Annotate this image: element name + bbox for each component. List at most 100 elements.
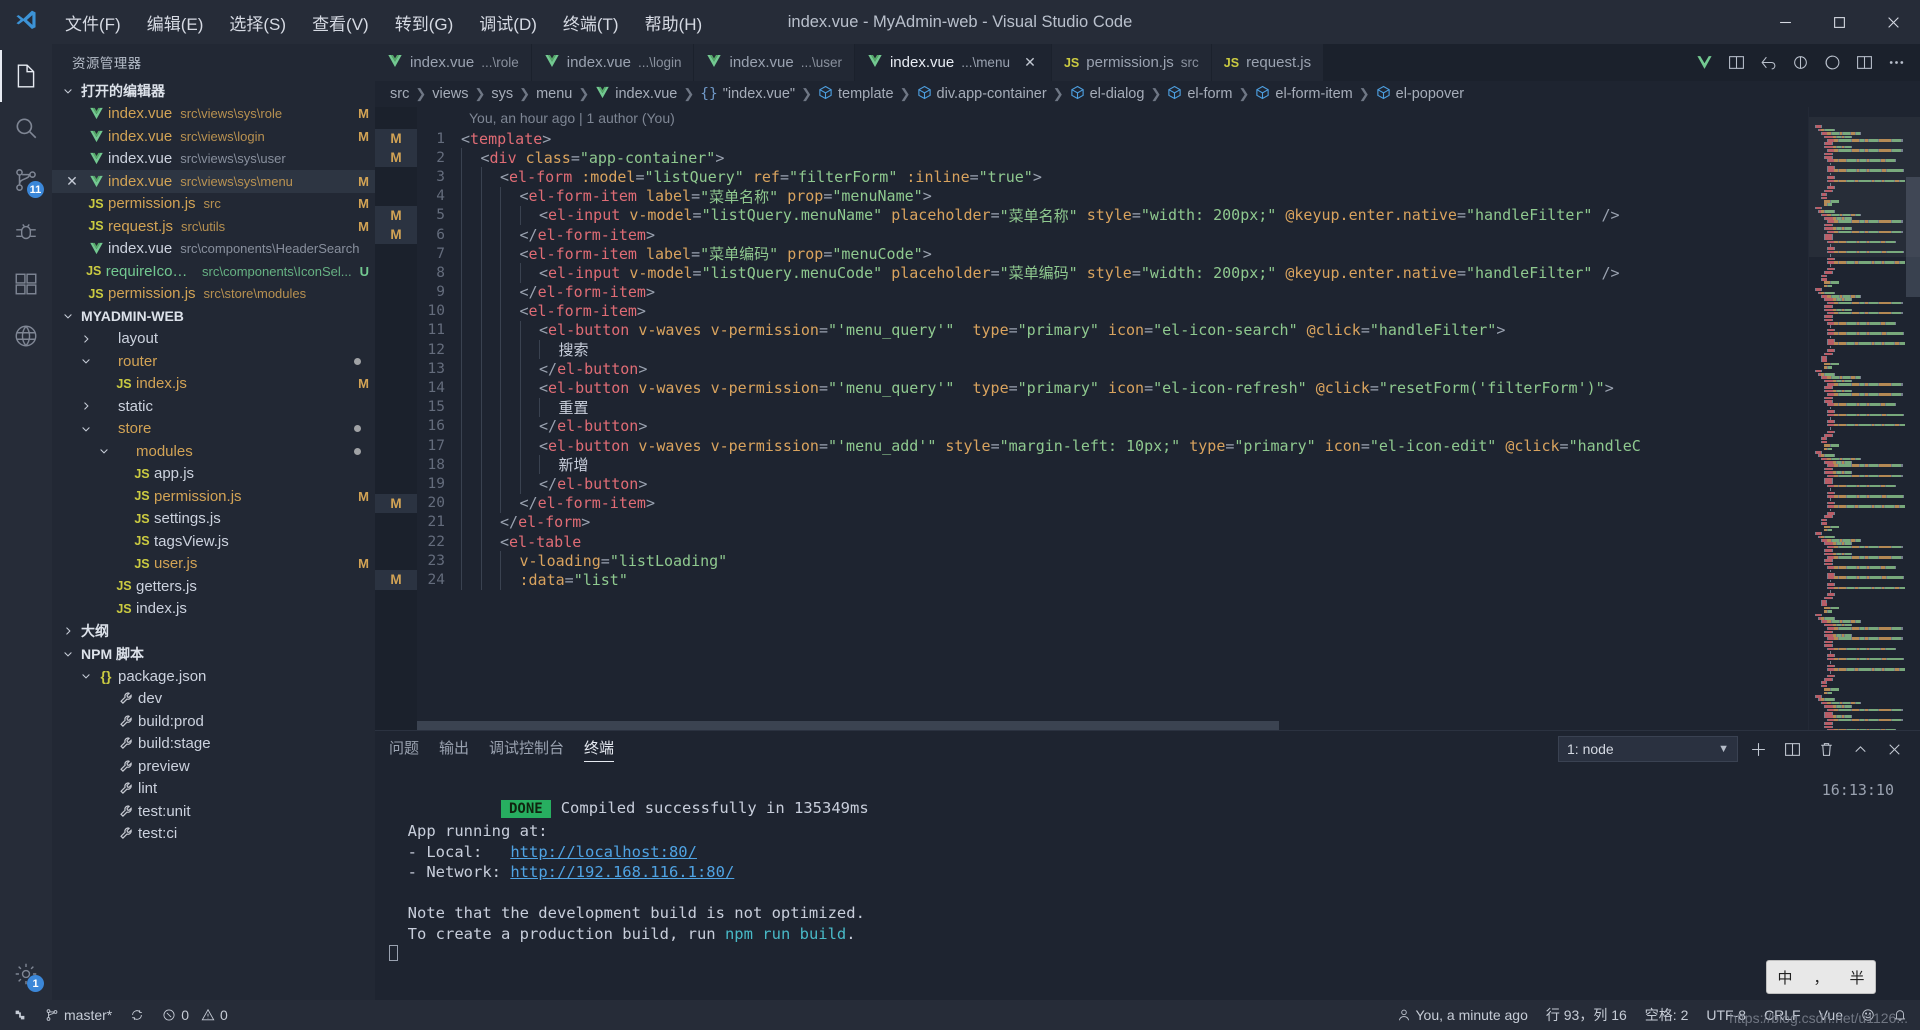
tree-file[interactable]: JS app.js [52, 463, 375, 486]
menu-item-3[interactable]: 查看(V) [299, 6, 382, 39]
split-vertical-icon[interactable] [1722, 49, 1750, 77]
code-line[interactable]: 3 < el-form :model = "listQuery" ref = "filter… [417, 167, 1808, 187]
activity-settings[interactable]: 1 [0, 948, 52, 1000]
go-back-icon[interactable] [1754, 49, 1782, 77]
chevron-down-icon[interactable] [78, 421, 94, 437]
ime-indicator[interactable]: 中 ， 半 [1766, 960, 1876, 994]
status-indentation[interactable]: 空格: 2 [1636, 1000, 1698, 1030]
tree-folder[interactable]: modules [52, 440, 375, 463]
open-editor-item[interactable]: JS permission.js src M [52, 193, 375, 216]
code-line[interactable]: 5 < el-input v-model = "listQuery.menuName" … [417, 205, 1808, 225]
close-icon[interactable]: ✕ [1021, 54, 1039, 71]
tree-file[interactable]: JS settings.js [52, 508, 375, 531]
code-line[interactable]: 13 </el-button > [417, 359, 1808, 379]
close-icon[interactable]: ✕ [60, 173, 84, 190]
editor-vertical-scrollbar[interactable] [1906, 107, 1920, 730]
activity-source-control[interactable]: 11 [0, 154, 52, 206]
breadcrumb-item[interactable]: template [817, 85, 895, 104]
tree-file[interactable]: JS index.js [52, 598, 375, 621]
activity-remote[interactable] [0, 310, 52, 362]
code-line[interactable]: 21 </el-form > [417, 512, 1808, 532]
terminal-link[interactable]: http://192.168.116.1:80/ [510, 863, 734, 881]
tree-folder[interactable]: static [52, 395, 375, 418]
terminal-output[interactable]: DONE Compiled successfully in 135349ms Ap… [375, 767, 1920, 1000]
tree-file[interactable]: JS user.js M [52, 553, 375, 576]
breadcrumb-item[interactable]: el-form [1166, 85, 1233, 104]
section-project[interactable]: MYADMIN-WEB [52, 305, 375, 328]
beaker-icon[interactable] [1818, 49, 1846, 77]
terminal-selector[interactable]: 1: node ▼ [1558, 736, 1738, 762]
close-panel-icon[interactable] [1880, 735, 1908, 763]
minimize-button[interactable] [1758, 0, 1812, 44]
code-editor[interactable]: MMMMMM You, an hour ago | 1 author (You)… [375, 107, 1920, 730]
open-editor-item[interactable]: index.vue src\views\login M [52, 125, 375, 148]
tree-folder[interactable]: router [52, 350, 375, 373]
code-line[interactable]: 4 < el-form-item label = "菜单名称" prop = "menuNa… [417, 186, 1808, 206]
npm-package-node[interactable]: {} package.json [52, 665, 375, 688]
breadcrumb-item[interactable]: src [389, 86, 410, 102]
activity-extensions[interactable] [0, 258, 52, 310]
code-line[interactable]: 14 < el-button v-waves v-permission = "'menu… [417, 378, 1808, 398]
code-line[interactable]: 23 v-loading = "listLoading" [417, 551, 1808, 571]
chevron-right-icon[interactable] [78, 331, 94, 347]
ime-mode[interactable]: 中 [1777, 967, 1792, 988]
tree-file[interactable]: JS index.js M [52, 373, 375, 396]
status-branch[interactable]: master* [36, 1000, 121, 1030]
editor-tab[interactable]: index.vue ...\login [531, 44, 695, 81]
code-lines[interactable]: 1 < template >2 < div class = "app-container" >3… [417, 129, 1808, 590]
code-line[interactable]: 9 </el-form-item > [417, 282, 1808, 302]
code-line[interactable]: 22 < el-table [417, 531, 1808, 552]
menu-item-7[interactable]: 帮助(H) [632, 6, 716, 39]
breadcrumb-item[interactable]: views [431, 86, 469, 102]
menu-item-0[interactable]: 文件(F) [52, 6, 134, 39]
npm-script-item[interactable]: test:unit [52, 800, 375, 823]
maximize-button[interactable] [1812, 0, 1866, 44]
menu-item-1[interactable]: 编辑(E) [134, 6, 217, 39]
open-editor-item[interactable]: JS request.js src\utils M [52, 215, 375, 238]
menu-bar[interactable]: 文件(F) 编辑(E) 选择(S) 查看(V) 转到(G) 调试(D) 终端(T) 帮助(H) [52, 6, 715, 39]
menu-item-4[interactable]: 转到(G) [382, 6, 467, 39]
split-terminal-icon[interactable] [1778, 735, 1806, 763]
code-line[interactable]: 6 </el-form-item > [417, 224, 1808, 245]
chevron-down-icon[interactable] [78, 353, 94, 369]
status-remote[interactable] [4, 1000, 36, 1030]
editor-tabs[interactable]: index.vue ...\role index.vue ...\login index… [375, 44, 1325, 81]
breadcrumb-item[interactable]: sys [490, 86, 514, 102]
add-terminal-icon[interactable] [1744, 735, 1772, 763]
npm-script-item[interactable]: preview [52, 755, 375, 778]
menu-item-5[interactable]: 调试(D) [466, 6, 550, 39]
tree-file[interactable]: JS permission.js M [52, 485, 375, 508]
code-content[interactable]: You, an hour ago | 1 author (You) 1 < temp… [417, 107, 1808, 730]
panel-tab[interactable]: 终端 [584, 737, 615, 762]
menu-item-2[interactable]: 选择(S) [216, 6, 299, 39]
breadcrumb-item[interactable]: menu [535, 86, 573, 102]
scrollbar-thumb-h[interactable] [417, 721, 1280, 730]
vue-more-icon[interactable] [1690, 49, 1718, 77]
code-line[interactable]: 18 新增 [417, 455, 1808, 475]
code-line[interactable]: 19 </el-button > [417, 474, 1808, 494]
breadcrumb-item[interactable]: div.app-container [916, 85, 1048, 104]
explorer-tree[interactable]: 打开的编辑器 index.vue src\views\sys\role Mindex.… [52, 80, 375, 1000]
more-actions-icon[interactable] [1882, 49, 1910, 77]
open-editor-item[interactable]: index.vue src\views\sys\role M [52, 103, 375, 126]
editor-horizontal-scrollbar[interactable] [417, 721, 1808, 730]
breadcrumb-item[interactable]: el-form-item [1254, 85, 1353, 104]
activity-search[interactable] [0, 102, 52, 154]
editor-tab[interactable]: JS request.js [1211, 44, 1325, 81]
breadcrumb-item[interactable]: index.vue [594, 85, 678, 104]
open-editor-item[interactable]: JS permission.js src\store\modules [52, 283, 375, 306]
breadcrumb-item[interactable]: el-popover [1375, 85, 1466, 104]
code-line[interactable]: 16 </el-button > [417, 416, 1808, 436]
breadcrumb[interactable]: src ❯ views ❯ sys ❯ menu ❯ index.vue ❯ {} "index.vu… [375, 81, 1920, 107]
open-editor-item[interactable]: index.vue src\components\HeaderSearch [52, 238, 375, 261]
run-icon[interactable] [1786, 49, 1814, 77]
editor-tab[interactable]: JS permission.js src [1051, 44, 1212, 81]
panel-tab[interactable]: 问题 [389, 737, 419, 762]
panel-tab[interactable]: 输出 [439, 737, 469, 762]
code-line[interactable]: 20 </el-form-item > [417, 493, 1808, 513]
editor-tab[interactable]: index.vue ...\role [375, 44, 532, 81]
terminal-link[interactable]: http://localhost:80/ [510, 843, 697, 861]
menu-item-6[interactable]: 终端(T) [550, 6, 632, 39]
ime-punct[interactable]: ， [1813, 967, 1828, 988]
section-npm-scripts[interactable]: NPM 脚本 [52, 643, 375, 666]
